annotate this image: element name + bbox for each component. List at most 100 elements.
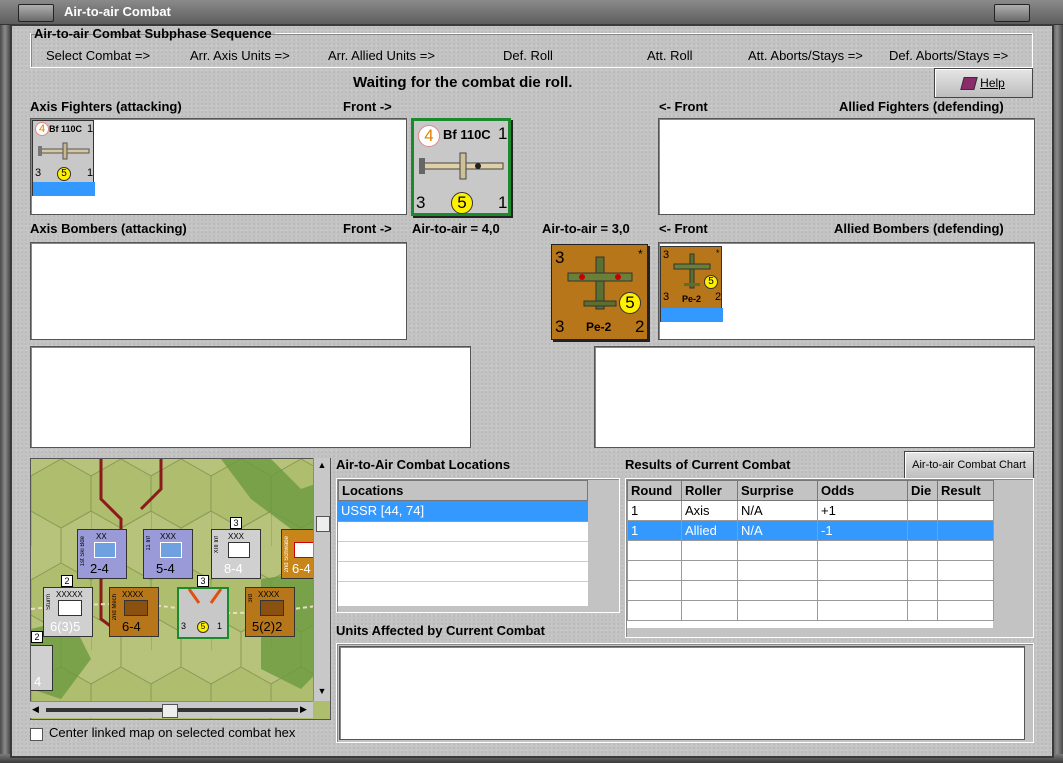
col-surprise[interactable]: Surprise [737,480,818,501]
location-row[interactable]: USSR [44, 74] [338,501,588,522]
title-bar: Air-to-air Combat [0,0,1063,25]
center-map-checkbox[interactable] [30,728,43,741]
map-badge: 2 [61,575,73,587]
col-odds[interactable]: Odds [817,480,908,501]
map-combat-hex-counter[interactable]: 3 5 1 [177,587,229,639]
selected-bar [661,308,723,322]
scroll-left-icon[interactable]: ◀ [32,704,42,716]
cell-die [907,500,938,521]
scroll-down-icon[interactable]: ▼ [316,686,328,696]
cell-roller: Allied [681,520,738,541]
col-die[interactable]: Die [907,480,938,501]
map-unit-1st-ski[interactable]: XX 1st Ski Bde 2-4 [77,529,127,579]
horizontal-scroll-thumb[interactable] [162,704,178,718]
unit-name: Sturm [46,594,52,611]
active-fighter-counter[interactable]: 4 Bf 110C 1 3 5 1 [411,118,511,216]
counter-steps: 1 [87,167,94,179]
counter-steps: 1 [217,621,223,631]
counter-movement: 5 [704,275,718,289]
unit-symbol-icon [94,542,116,558]
help-button[interactable]: Help [934,68,1033,98]
status-message: Waiting for the combat die roll. [353,74,573,91]
axis-bombers-box[interactable] [30,242,407,340]
counter-steps: 2 [635,317,645,336]
window-left-border [0,24,10,763]
map-unit-2nd-mech[interactable]: XXXX 2nd Mech 6-4 [109,587,159,637]
table-row-empty[interactable] [627,580,994,601]
axis-bombers-label: Axis Bombers (attacking) [30,221,187,236]
cell-odds: -1 [817,520,908,541]
unit-value: 5-4 [156,561,175,576]
units-affected-list[interactable] [339,646,1025,740]
table-row-empty[interactable] [627,540,994,561]
counter-movement: 5 [451,192,473,214]
unit-size: XXXXX [56,590,83,599]
table-row-empty[interactable] [627,560,994,581]
map-unit-edge[interactable]: 4 [31,645,53,691]
allied-bombers-label: Allied Bombers (defending) [834,221,1004,236]
axis-fighter-counter[interactable]: 4 Bf 110C 1 3 5 1 [32,120,95,196]
locations-list[interactable]: Locations USSR [44, 74] [338,480,588,606]
table-row-empty[interactable] [627,600,994,621]
table-row[interactable]: 1 Axis N/A +1 [627,500,994,521]
air-combat-chart-button[interactable]: Air-to-air Combat Chart [904,451,1034,480]
table-row-selected[interactable]: 1 Allied N/A -1 [627,520,994,541]
allied-bomber-counter[interactable]: 3 * 5 3 Pe-2 2 [660,246,723,322]
counter-defense: 3 [416,193,426,212]
col-round[interactable]: Round [627,480,682,501]
location-row-empty[interactable] [338,542,588,562]
map-unit-3rd[interactable]: XXXX 3rd 5(2)2 [245,587,295,637]
window-menu-button[interactable] [18,4,54,22]
map-unit-sturm[interactable]: XXXXX Sturm 6(3)5 [43,587,93,637]
axis-air-to-air: Air-to-air = 4,0 [412,221,500,236]
map-horizontal-scrollbar[interactable]: ◀ ▶ [30,701,313,718]
allied-fighters-front: <- Front [659,99,708,114]
counter-movement: 5 [197,621,209,633]
help-book-icon [960,77,978,91]
counter-movement: 5 [619,292,641,314]
allied-bombers-front: <- Front [659,221,708,236]
window-title: Air-to-air Combat [64,4,171,19]
unit-value: 5(2)2 [252,619,283,634]
counter-name: Bf 110C [49,124,83,134]
results-title: Results of Current Combat [625,457,791,472]
subphase-sequence-title: Air-to-air Combat Subphase Sequence [34,26,272,41]
col-result[interactable]: Result [937,480,994,501]
axis-bombers-front: Front -> [343,221,392,236]
cell-surprise: N/A [737,500,818,521]
map-unit-xiii-inf[interactable]: XXX XIII Inf 8-4 [211,529,261,579]
locations-header[interactable]: Locations [338,480,588,501]
unit-name: XIII Inf [214,536,220,554]
map-badge: 3 [230,517,242,529]
combat-arrows-icon [187,589,223,604]
active-bomber-counter[interactable]: 3 * 5 3 Pe-2 2 [551,244,648,340]
seq-step-def-aborts: Def. Aborts/Stays => [889,48,1009,63]
window-close-button[interactable] [994,4,1030,22]
cell-die [907,520,938,541]
selected-bar [33,182,95,196]
results-table-wrap[interactable]: Round Roller Surprise Odds Die Result 1 … [627,480,994,628]
location-row-empty[interactable] [338,562,588,582]
counter-movement: 5 [57,167,71,181]
map-vertical-scrollbar[interactable]: ▲ ▼ [313,458,330,701]
locations-title: Air-to-Air Combat Locations [336,457,511,472]
vertical-scroll-thumb[interactable] [316,516,330,532]
map-unit-11-inf[interactable]: XXX 11 Inf 5-4 [143,529,193,579]
results-header-row: Round Roller Surprise Odds Die Result [627,480,994,501]
scroll-up-icon[interactable]: ▲ [316,460,328,470]
scroll-right-icon[interactable]: ▶ [300,704,310,716]
counter-attack-value: 3 [663,249,670,261]
counter-defense: 3 [555,317,565,336]
map-badge: 3 [197,575,209,587]
counter-attack-value: 4 [35,122,49,136]
unit-name: 2nd Mech [112,594,118,621]
counter-attack-value: 3 [555,248,565,267]
unit-value: 6-4 [292,561,311,576]
col-roller[interactable]: Roller [681,480,738,501]
unit-symbol-icon [260,600,284,616]
linked-map[interactable]: XX 1st Ski Bde 2-4 XXX 11 Inf 5-4 XXX XI… [30,458,331,720]
unit-size: XXX [228,532,245,541]
location-row-empty[interactable] [338,522,588,542]
seq-step-arr-axis: Arr. Axis Units => [190,48,290,63]
allied-fighters-box[interactable] [658,118,1035,215]
